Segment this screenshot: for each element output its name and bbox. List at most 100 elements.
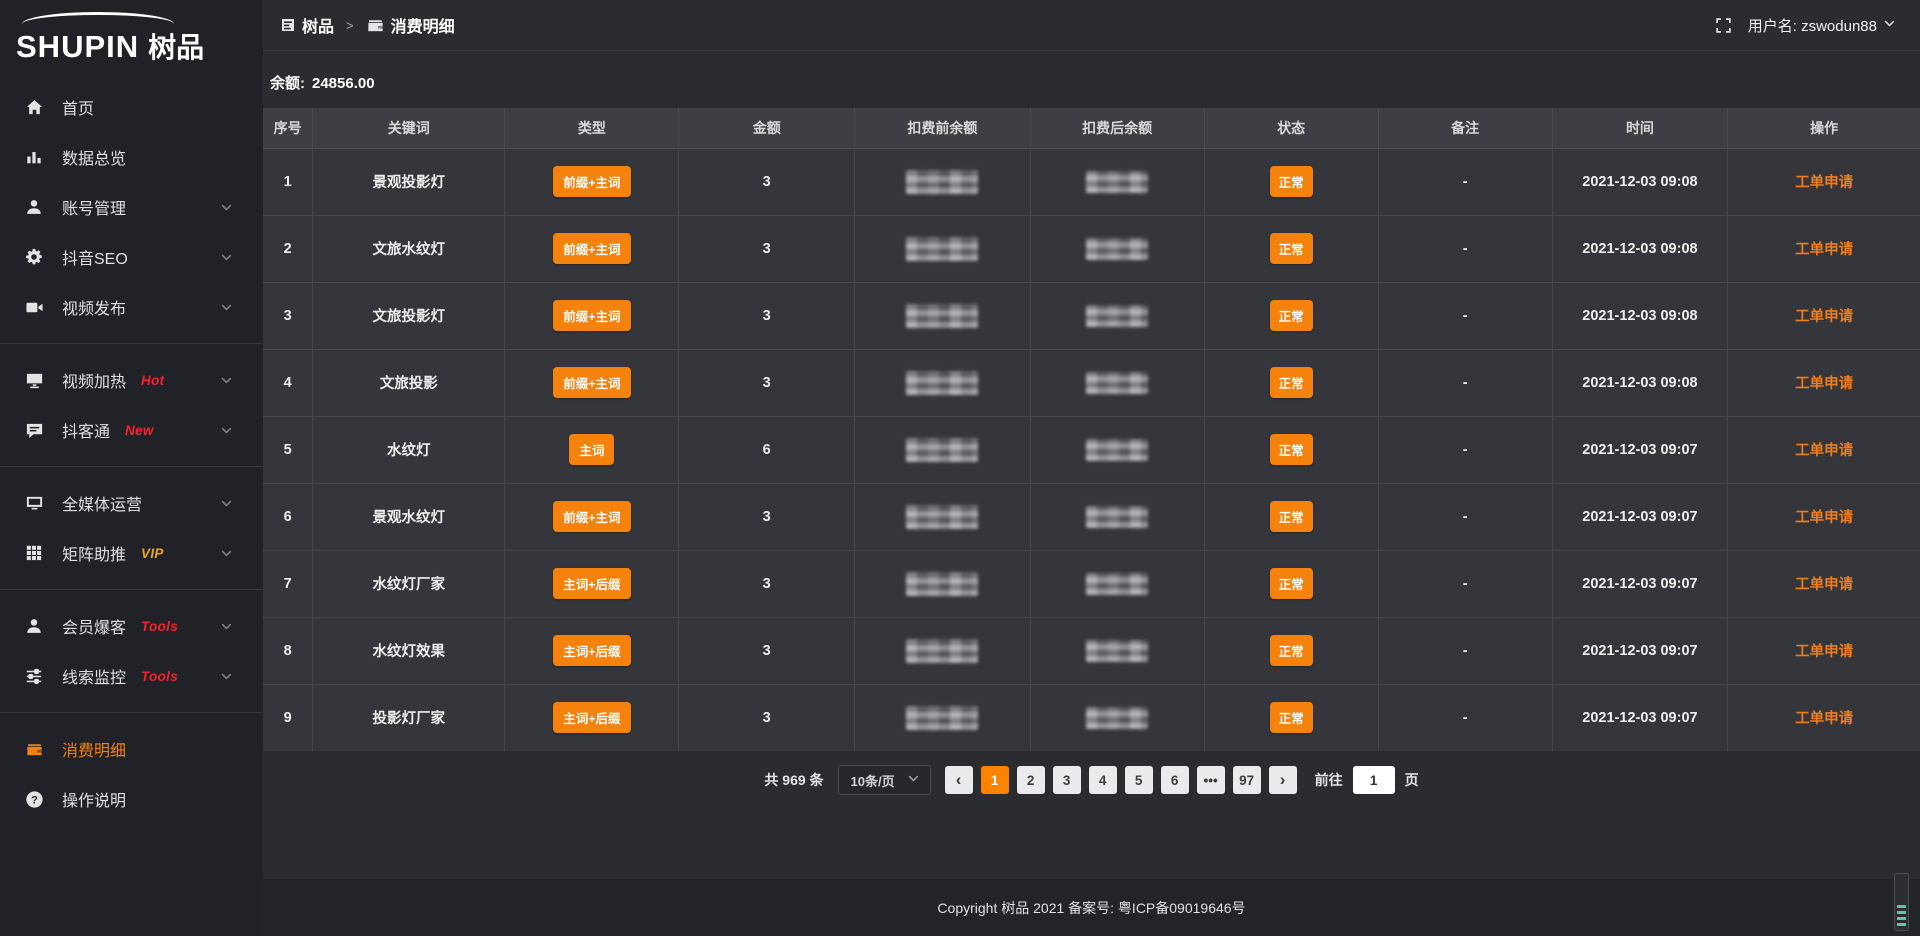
chevron-down-icon: [220, 374, 233, 387]
work-order-link[interactable]: 工单申请: [1795, 175, 1853, 191]
cell-amount: 3: [679, 550, 855, 617]
sidebar-item-label: 操作说明: [62, 787, 126, 811]
page-size-select[interactable]: 10条/页: [838, 765, 931, 795]
work-order-link[interactable]: 工单申请: [1795, 510, 1853, 526]
more-pages-button[interactable]: •••: [1197, 766, 1225, 794]
work-order-link[interactable]: 工单申请: [1795, 644, 1853, 660]
type-badge: 主词+后缀: [553, 635, 630, 666]
sidebar-item-label: 会员爆客: [62, 614, 126, 638]
page-button-1[interactable]: 1: [981, 766, 1009, 794]
prev-page-button[interactable]: ‹: [945, 766, 973, 794]
table-row: 8 水纹灯效果 主词+后缀 3 正常 - 2021-12-03 09:07 工单…: [263, 617, 1920, 684]
work-order-link[interactable]: 工单申请: [1795, 242, 1853, 258]
user-icon: [25, 198, 46, 216]
cell-amount: 3: [679, 282, 855, 349]
work-order-link[interactable]: 工单申请: [1795, 309, 1853, 325]
page-button-2[interactable]: 2: [1017, 766, 1045, 794]
page-button-6[interactable]: 6: [1161, 766, 1189, 794]
redacted-value: [906, 505, 978, 529]
fullscreen-icon[interactable]: [1715, 17, 1732, 34]
sidebar-item-account-manage[interactable]: 账号管理: [0, 182, 263, 232]
sidebar-item-data-overview[interactable]: 数据总览: [0, 132, 263, 182]
sidebar-item-douketong[interactable]: 抖客通 New: [0, 405, 263, 455]
sidebar-item-clue-monitor[interactable]: 线索监控 Tools: [0, 651, 263, 701]
video-icon: [25, 298, 46, 317]
sidebar-item-matrix-boost[interactable]: 矩阵助推 VIP: [0, 528, 263, 578]
sidebar-item-douyin-seo[interactable]: 抖音SEO: [0, 232, 263, 282]
cell-note: -: [1378, 416, 1552, 483]
cell-action: 工单申请: [1728, 483, 1920, 550]
cell-amount: 3: [679, 483, 855, 550]
cell-time: 2021-12-03 09:08: [1552, 148, 1728, 215]
cell-status: 正常: [1204, 349, 1378, 416]
breadcrumb-root[interactable]: 树品: [302, 13, 334, 37]
cell-index: 7: [263, 550, 313, 617]
wallet-icon: [366, 16, 385, 35]
page-button-4[interactable]: 4: [1089, 766, 1117, 794]
status-badge: 正常: [1270, 300, 1313, 331]
sidebar-item-tag: New: [125, 423, 154, 438]
pagination-total: 共 969 条: [764, 770, 823, 790]
goto-page: 前往 页: [1315, 766, 1419, 794]
username-label: 用户名: zswodun88: [1748, 15, 1877, 36]
sidebar-item-media-operation[interactable]: 全媒体运营: [0, 478, 263, 528]
sidebar-item-consumption-detail[interactable]: 消费明细: [0, 724, 263, 774]
cell-balance-before: [855, 416, 1031, 483]
sidebar-item-instructions[interactable]: ? 操作说明: [0, 774, 263, 824]
balance: 余额:24856.00: [263, 51, 1920, 108]
column-header: 序号: [263, 108, 313, 148]
cell-status: 正常: [1204, 416, 1378, 483]
next-page-button[interactable]: ›: [1269, 766, 1297, 794]
table-row: 2 文旅水纹灯 前缀+主词 3 正常 - 2021-12-03 09:08 工单…: [263, 215, 1920, 282]
goto-page-input[interactable]: [1353, 766, 1395, 794]
work-order-link[interactable]: 工单申请: [1795, 376, 1853, 392]
cell-type: 主词+后缀: [505, 684, 679, 751]
type-badge: 前缀+主词: [553, 367, 630, 398]
sidebar-item-video-publish[interactable]: 视频发布: [0, 282, 263, 332]
page-button-97[interactable]: 97: [1233, 766, 1261, 794]
cell-balance-after: [1030, 282, 1204, 349]
cell-note: -: [1378, 282, 1552, 349]
table-body: 1 景观投影灯 前缀+主词 3 正常 - 2021-12-03 09:08 工单…: [263, 148, 1920, 751]
sidebar-item-member-baoke[interactable]: 会员爆客 Tools: [0, 601, 263, 651]
cell-status: 正常: [1204, 282, 1378, 349]
content: 余额:24856.00 序号关键词类型金额扣费前余额扣费后余额状态备注时间操作 …: [263, 51, 1920, 879]
page-button-5[interactable]: 5: [1125, 766, 1153, 794]
goto-label: 前往: [1315, 770, 1343, 790]
cell-type: 主词+后缀: [505, 550, 679, 617]
cell-time: 2021-12-03 09:07: [1552, 684, 1728, 751]
sidebar-item-home[interactable]: 首页: [0, 82, 263, 132]
column-header: 金额: [679, 108, 855, 148]
page-button-3[interactable]: 3: [1053, 766, 1081, 794]
column-header: 状态: [1204, 108, 1378, 148]
chevron-down-icon: [220, 670, 233, 683]
mini-scroll-widget[interactable]: [1894, 873, 1909, 931]
home-icon: [25, 98, 46, 117]
app-logo: SHUPIN 树品: [0, 0, 263, 72]
cell-index: 3: [263, 282, 313, 349]
type-badge: 前缀+主词: [553, 233, 630, 264]
cell-index: 8: [263, 617, 313, 684]
app-icon: [280, 17, 296, 33]
cell-time: 2021-12-03 09:07: [1552, 483, 1728, 550]
redacted-value: [1086, 372, 1148, 394]
cell-amount: 6: [679, 416, 855, 483]
cell-type: 前缀+主词: [505, 148, 679, 215]
cell-balance-after: [1030, 483, 1204, 550]
work-order-link[interactable]: 工单申请: [1795, 711, 1853, 727]
cell-type: 前缀+主词: [505, 282, 679, 349]
redacted-value: [906, 438, 978, 462]
copyright-text: Copyright 树品 2021 备案号: 粤ICP备09019646号: [937, 898, 1245, 918]
work-order-link[interactable]: 工单申请: [1795, 443, 1853, 459]
sidebar-item-video-heat[interactable]: 视频加热 Hot: [0, 355, 263, 405]
chevron-down-icon: [220, 497, 233, 510]
work-order-link[interactable]: 工单申请: [1795, 577, 1853, 593]
sidebar-item-label: 全媒体运营: [62, 491, 142, 515]
footer: Copyright 树品 2021 备案号: 粤ICP备09019646号: [263, 879, 1920, 936]
table-row: 3 文旅投影灯 前缀+主词 3 正常 - 2021-12-03 09:08 工单…: [263, 282, 1920, 349]
sidebar-item-label: 视频发布: [62, 295, 126, 319]
cell-index: 9: [263, 684, 313, 751]
user-menu[interactable]: 用户名: zswodun88: [1748, 15, 1896, 36]
status-badge: 正常: [1270, 702, 1313, 733]
cell-amount: 3: [679, 684, 855, 751]
